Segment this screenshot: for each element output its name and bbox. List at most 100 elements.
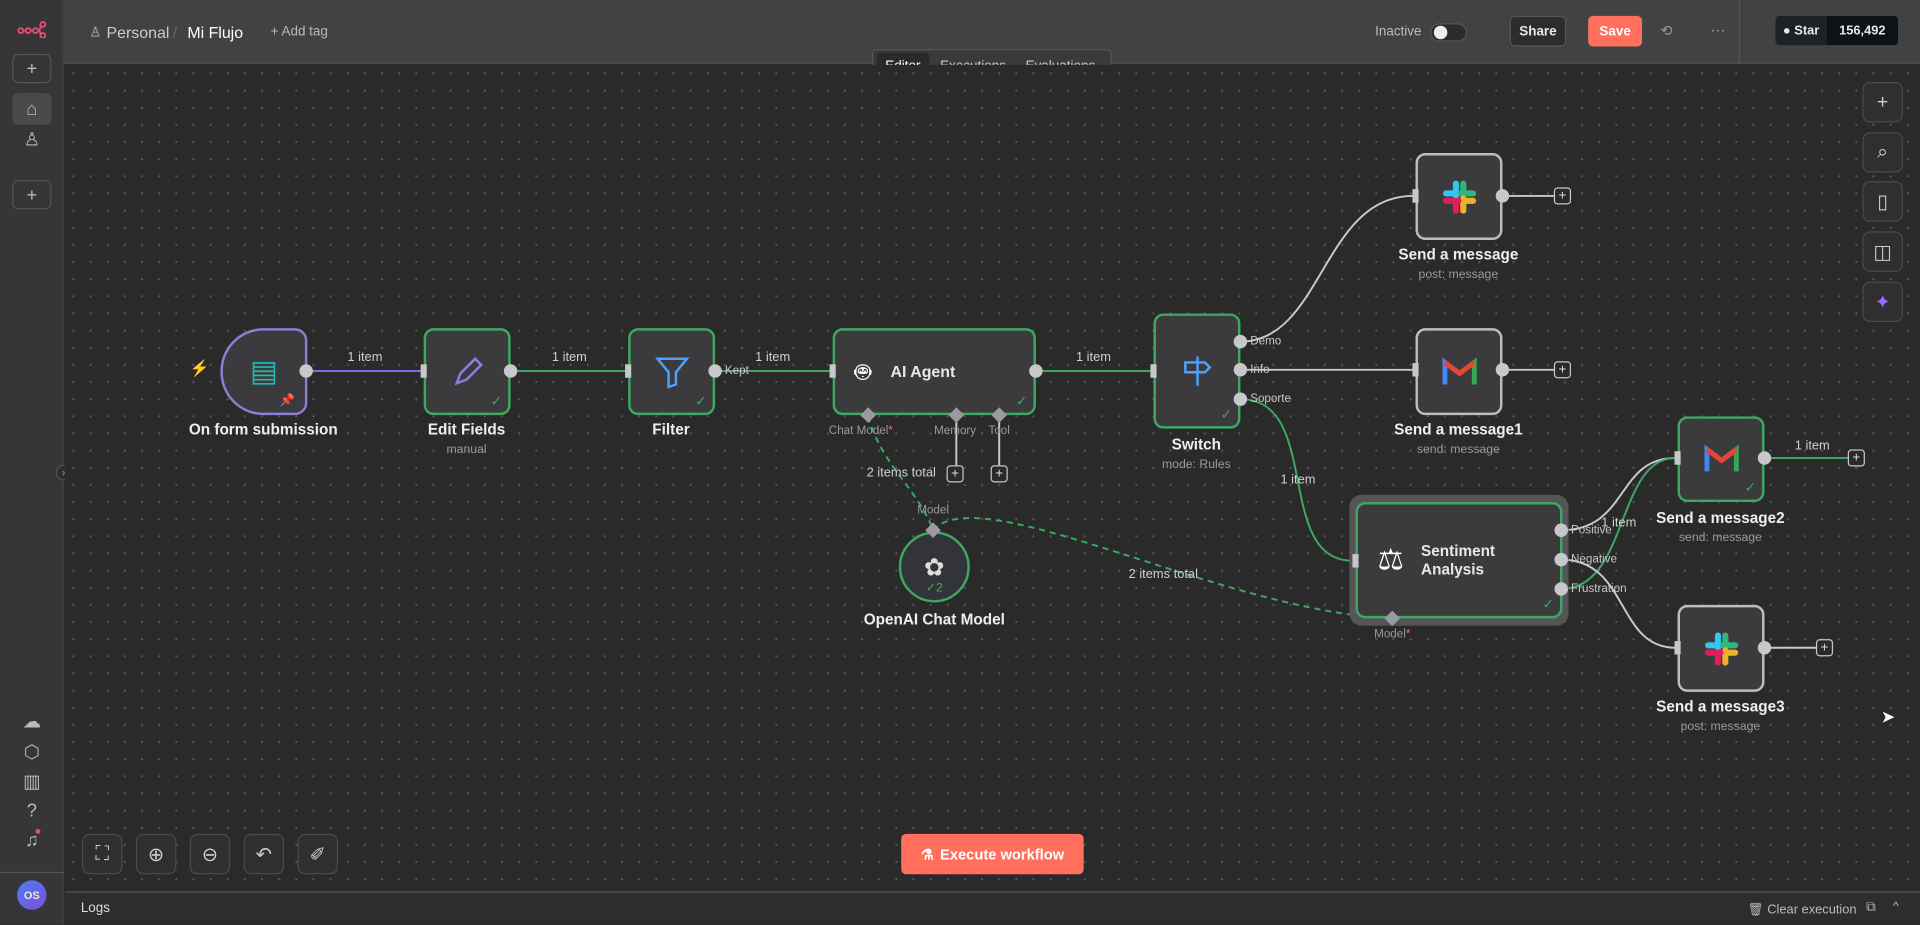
- node-label: On form submission: [188, 421, 338, 439]
- add-memory-button[interactable]: +: [946, 465, 964, 483]
- output-port[interactable]: [1233, 334, 1248, 349]
- edge-label: 1 item: [551, 350, 587, 365]
- ai-assistant-icon[interactable]: ✦: [1862, 281, 1903, 323]
- input-port[interactable]: [829, 364, 836, 378]
- input-port[interactable]: [1674, 451, 1681, 465]
- output-port[interactable]: [503, 364, 518, 378]
- add-node-button[interactable]: +: [1553, 361, 1572, 379]
- slack-icon: [1704, 631, 1738, 665]
- scale-icon: ⚖: [1377, 543, 1404, 577]
- node-label: Edit Fields: [427, 421, 506, 439]
- add-node-panel-button[interactable]: +: [1862, 82, 1903, 123]
- logs-label[interactable]: Logs: [81, 901, 110, 916]
- required-mark: *: [1405, 627, 1411, 642]
- tidy-up-icon[interactable]: ✐: [297, 833, 338, 875]
- node-label: Send a message1: [1394, 421, 1523, 439]
- output-label: Info: [1250, 363, 1270, 377]
- node-label: AI Agent: [890, 362, 956, 381]
- port-label: Tool: [988, 424, 1010, 438]
- edge-label: 1 item: [347, 350, 383, 365]
- output-port[interactable]: [1233, 392, 1248, 406]
- node-label: Sentiment: [1421, 541, 1496, 559]
- port-label: Memory: [934, 424, 977, 438]
- input-port[interactable]: [1674, 641, 1681, 655]
- output-label: Negative: [1571, 552, 1617, 567]
- input-port[interactable]: [1150, 364, 1157, 378]
- zoom-out-icon[interactable]: ⊖: [189, 833, 231, 875]
- output-port[interactable]: [1495, 189, 1510, 203]
- openai-icon: ✿: [924, 554, 945, 582]
- node-form-submission[interactable]: ▤ 📌: [220, 328, 308, 416]
- connections: [306, 194, 1848, 649]
- output-label: Demo: [1250, 334, 1282, 349]
- form-icon: ▤: [249, 355, 278, 389]
- port-label: Model: [1374, 627, 1406, 642]
- output-port[interactable]: [1554, 582, 1568, 596]
- output-port[interactable]: [299, 364, 313, 378]
- run-count: 2: [936, 581, 943, 596]
- node-send-message3-slack[interactable]: [1677, 604, 1765, 692]
- pin-icon: 📌: [279, 394, 296, 408]
- edge-label: 1 item: [755, 350, 791, 365]
- node-send-message2-gmail[interactable]: ✓: [1677, 416, 1765, 503]
- output-port[interactable]: [1757, 451, 1772, 465]
- sticky-note-icon[interactable]: ▯: [1862, 181, 1903, 222]
- gmail-icon: [1703, 444, 1739, 472]
- popout-icon[interactable]: ⧉: [1866, 900, 1876, 916]
- output-port[interactable]: [1495, 363, 1510, 377]
- slack-icon: [1442, 180, 1476, 214]
- fit-view-icon[interactable]: ⛶: [82, 833, 123, 875]
- clear-execution-button[interactable]: 🗑︎ Clear execution: [1747, 901, 1856, 917]
- edge-label: 1 item: [1280, 472, 1316, 488]
- add-node-button[interactable]: +: [1553, 187, 1572, 205]
- edge-label: 1 item: [1601, 515, 1637, 531]
- add-tool-button[interactable]: +: [990, 465, 1008, 483]
- node-label: Send a message2: [1656, 509, 1785, 527]
- filter-icon: [654, 356, 689, 389]
- node-ai-agent[interactable]: 🤖︎ AI Agent ✓: [832, 328, 1036, 416]
- output-port[interactable]: [1554, 523, 1568, 537]
- node-label: Send a message: [1398, 246, 1519, 264]
- signpost-icon: [1183, 356, 1211, 386]
- zoom-in-icon[interactable]: ⊕: [135, 833, 177, 875]
- mouse-cursor: ➤: [1880, 706, 1896, 727]
- edge-negative-slack: [1561, 558, 1676, 649]
- node-label: Send a message3: [1656, 697, 1785, 716]
- output-port[interactable]: [1757, 641, 1772, 655]
- edge-switch-slack: [1240, 194, 1414, 343]
- add-node-button[interactable]: +: [1815, 639, 1834, 657]
- node-sentiment-analysis[interactable]: ⚖ Sentiment Analysis ✓: [1355, 502, 1563, 619]
- port-label: Model: [917, 503, 949, 518]
- output-label: Soporte: [1250, 392, 1291, 406]
- node-openai-chat-model[interactable]: ✿ ✓2: [898, 531, 970, 603]
- gmail-icon: [1441, 356, 1477, 384]
- node-subtitle: mode: Rules: [1161, 457, 1231, 472]
- output-port[interactable]: [708, 364, 722, 378]
- output-port[interactable]: [1029, 364, 1043, 378]
- input-port[interactable]: [1352, 554, 1359, 568]
- edge-label: 2 items total: [1128, 566, 1198, 582]
- node-subtitle: post: message: [1418, 268, 1499, 282]
- output-port[interactable]: [1554, 552, 1568, 567]
- undo-icon[interactable]: ↶: [243, 833, 285, 875]
- node-edit-fields[interactable]: ✓: [423, 328, 511, 416]
- node-subtitle: send: message: [1416, 443, 1500, 457]
- execute-workflow-button[interactable]: ⚗ Execute workflow: [901, 833, 1084, 875]
- panel-toggle-icon[interactable]: ◫: [1862, 231, 1903, 272]
- add-node-button[interactable]: +: [1847, 449, 1865, 467]
- input-port[interactable]: [1412, 363, 1419, 377]
- input-port[interactable]: [1412, 189, 1419, 203]
- node-filter[interactable]: ✓: [628, 328, 716, 416]
- node-subtitle: post: message: [1680, 720, 1761, 734]
- node-switch[interactable]: ✓: [1153, 313, 1241, 429]
- chevron-up-icon[interactable]: ^: [1893, 900, 1899, 913]
- input-port[interactable]: [625, 364, 632, 378]
- node-send-message-slack[interactable]: [1415, 153, 1503, 241]
- search-icon[interactable]: ⌕: [1862, 132, 1903, 173]
- logs-bar[interactable]: Logs 🗑︎ Clear execution ⧉ ^: [64, 891, 1920, 925]
- node-send-message1-gmail[interactable]: [1415, 328, 1503, 416]
- edge-label: 1 item: [1794, 438, 1830, 454]
- output-port[interactable]: [1233, 363, 1248, 377]
- input-port[interactable]: [420, 364, 427, 378]
- edge-label: 2 items total: [866, 465, 936, 481]
